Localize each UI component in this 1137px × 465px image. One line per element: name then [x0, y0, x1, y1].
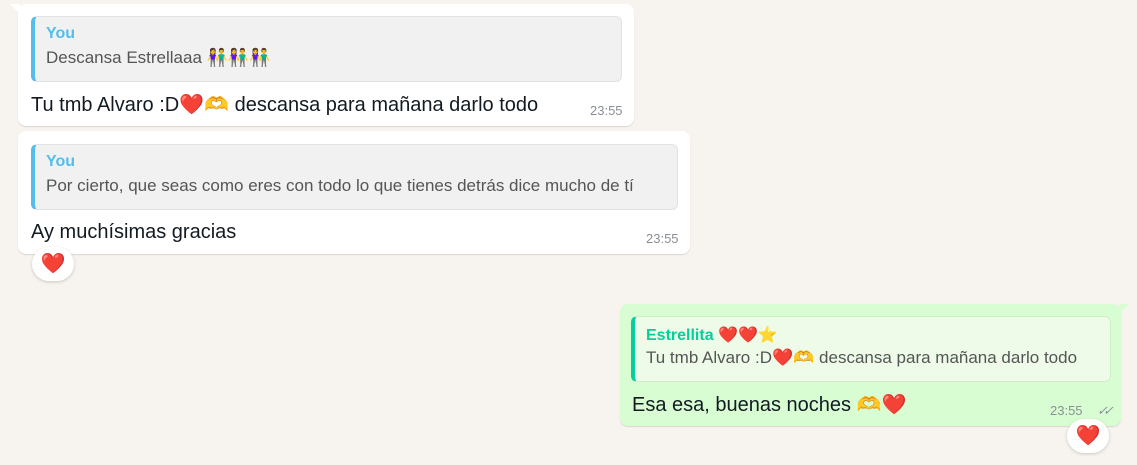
- chat-area: You Descansa Estrellaaa 👫👫👫 Tu tmb Alvar…: [0, 0, 1137, 465]
- quote-author: Estrellita ❤️❤️⭐: [646, 325, 778, 345]
- people-hugging-icon: 👫👫👫: [206, 48, 271, 67]
- message-text-start: Tu tmb Alvaro :D: [31, 94, 180, 116]
- message-time: 23:55: [646, 231, 679, 246]
- heart-hands-icon: ❤️🫶: [771, 348, 815, 367]
- bubble-tail: [1119, 304, 1129, 314]
- double-check-icon: ✓✓: [1096, 403, 1112, 418]
- quoted-message[interactable]: Estrellita ❤️❤️⭐ Tu tmb Alvaro :D❤️🫶 des…: [631, 316, 1111, 382]
- quote-text: Descansa Estrellaaa 👫👫👫: [46, 48, 270, 68]
- message-text: Ay muchísimas gracias: [31, 221, 237, 243]
- quote-author-name: Estrellita: [646, 327, 714, 344]
- message-text: Esa esa, buenas noches 🫶❤️: [632, 392, 906, 417]
- quote-text-body: Descansa Estrellaaa: [46, 48, 202, 67]
- quote-text: Por cierto, que seas como eres con todo …: [46, 176, 634, 195]
- quoted-message[interactable]: You Descansa Estrellaaa 👫👫👫: [31, 16, 622, 82]
- bubble-tail: [10, 4, 20, 14]
- message-bubble-incoming[interactable]: You Descansa Estrellaaa 👫👫👫 Tu tmb Alvar…: [10, 4, 634, 126]
- message-text: Tu tmb Alvaro :D❤️🫶 descansa para mañana…: [31, 92, 538, 117]
- message-time: 23:55: [1050, 403, 1083, 418]
- message-text-body: Esa esa, buenas noches: [632, 394, 857, 416]
- heart-hands-icon: ❤️🫶: [179, 94, 230, 116]
- reaction-heart-icon[interactable]: ❤️: [1067, 419, 1109, 453]
- quote-text-end: descansa para mañana darlo todo: [814, 348, 1078, 367]
- quote-author: You: [46, 153, 76, 170]
- message-time: 23:55: [590, 103, 623, 118]
- quote-author: You: [46, 25, 76, 42]
- reaction-heart-icon[interactable]: ❤️: [32, 247, 74, 281]
- quoted-message[interactable]: You Por cierto, que seas como eres con t…: [31, 144, 678, 210]
- quote-text: Tu tmb Alvaro :D❤️🫶 descansa para mañana…: [646, 348, 1077, 368]
- message-text-end: descansa para mañana darlo todo: [229, 94, 539, 116]
- message-bubble-outgoing[interactable]: Estrellita ❤️❤️⭐ Tu tmb Alvaro :D❤️🫶 des…: [620, 304, 1129, 426]
- message-bubble-incoming[interactable]: You Por cierto, que seas como eres con t…: [18, 131, 690, 254]
- quote-text-start: Tu tmb Alvaro :D: [646, 348, 772, 367]
- heart-hands-icon: 🫶❤️: [856, 394, 907, 416]
- hearts-star-icon: ❤️❤️⭐: [718, 327, 778, 344]
